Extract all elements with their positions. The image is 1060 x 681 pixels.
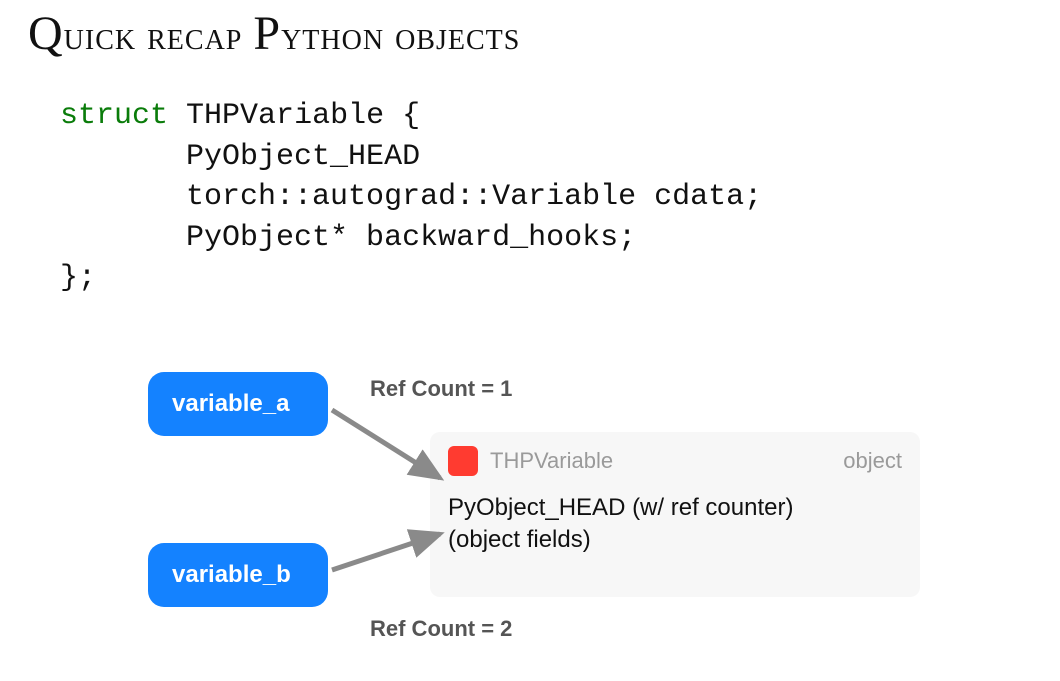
- object-card-header: THPVariable object: [448, 446, 902, 476]
- object-card-body: PyObject_HEAD (w/ ref counter) (object f…: [448, 492, 902, 557]
- variable-b-node: variable_b: [148, 543, 328, 607]
- object-body-line-2: (object fields): [448, 524, 902, 556]
- variable-b-label: variable_b: [172, 561, 291, 588]
- arrow-b: [332, 534, 440, 570]
- ref-count-1-label: Ref Count = 1: [370, 376, 512, 402]
- object-color-icon: [448, 446, 478, 476]
- object-card: THPVariable object PyObject_HEAD (w/ ref…: [430, 432, 920, 597]
- object-body-line-1: PyObject_HEAD (w/ ref counter): [448, 492, 902, 524]
- arrow-a: [332, 410, 440, 478]
- object-type-name: THPVariable: [490, 448, 613, 474]
- diagram: variable_a variable_b Ref Count = 1 Ref …: [0, 0, 1060, 681]
- ref-count-2-label: Ref Count = 2: [370, 616, 512, 642]
- object-kind-label: object: [843, 448, 902, 474]
- variable-a-node: variable_a: [148, 372, 328, 436]
- slide: Quick recap Python objects struct THPVar…: [0, 0, 1060, 681]
- variable-a-label: variable_a: [172, 390, 289, 417]
